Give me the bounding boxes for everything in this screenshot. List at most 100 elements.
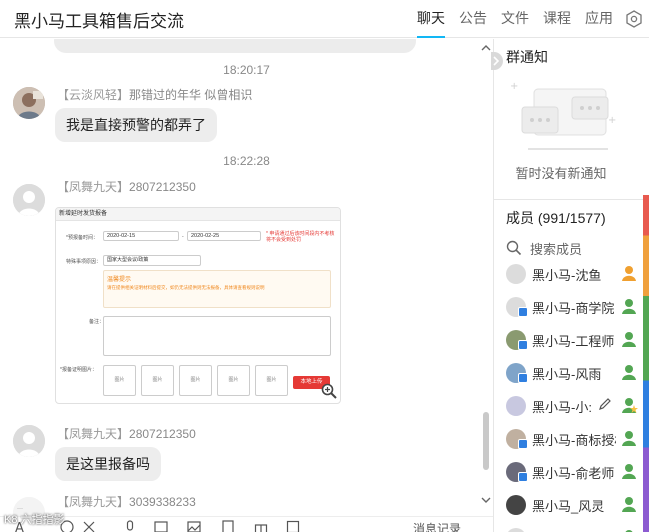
search-icon [506,240,522,256]
member-search-label: 搜索成员 [530,241,583,257]
sender-nickname: 2807212350 [129,180,196,194]
member-name: 黑小马-风雨 [532,367,602,382]
admin-star-icon [622,398,638,413]
member-search[interactable]: 搜索成员 [506,238,582,258]
image-slot: 图片 [217,365,250,396]
member-item[interactable]: 黑小马-商学院 [506,295,641,323]
zoom-icon[interactable] [321,383,337,399]
sender-nickname: 3039338233 [129,495,196,509]
tab-announcement[interactable]: 公告 [459,0,487,38]
tab-courses[interactable]: 课程 [543,0,571,38]
scissors-icon[interactable] [82,520,96,532]
member-avatar [506,528,526,532]
tab-bar: 聊天 公告 文件 课程 应用 [403,0,643,38]
chevron-right-icon [493,56,500,66]
message-bubble[interactable]: 是这里报备吗 [55,447,161,481]
image-slot: 图片 [179,365,212,396]
member-item[interactable]: 黑小马-风雨 [506,361,641,389]
svg-text:+: + [608,115,616,126]
file-icon[interactable] [221,520,235,532]
message-timestamp: 18:22:28 [223,154,270,168]
avatar[interactable] [13,184,45,216]
header: 黑小马工具箱售后交流 聊天 公告 文件 课程 应用 [0,0,649,38]
svg-text:+: + [510,81,518,92]
dialog-label: *报备证明图片： [60,367,97,373]
member-item[interactable]: 黑小马-小: [506,394,641,422]
member-item[interactable]: 黑小马-俞老师 [506,460,641,488]
member-name: 黑小马-沈鱼 [532,268,602,283]
owner-icon [622,266,636,281]
chat-scrollbar-thumb[interactable] [483,412,489,470]
message-timestamp: 18:20:17 [223,63,270,77]
collapse-panel-handle[interactable] [491,52,503,70]
hexagon-settings-icon[interactable] [625,10,643,28]
member-avatar [506,396,526,416]
tip-text: 请在提供相关证明材料后提交，如仍无法提供则无法报备，具体请查看规则说明 [107,285,265,290]
tab-files[interactable]: 文件 [501,0,529,38]
member-item[interactable]: 黑小马-商标授权 [506,427,641,455]
message-history-button[interactable]: 消息记录 [413,520,461,532]
date-end-field: 2020-02-25 [187,231,261,241]
empty-notice-illustration: + + [510,81,616,150]
watermark: K8 六指指影 [4,514,65,526]
reason-select: 国家大型会议/政策 [103,255,201,266]
image-slot: 图片 [255,365,288,396]
tab-chat[interactable]: 聊天 [417,0,445,38]
notice-title: 群通知 [506,49,548,65]
notice-empty-text: 暂时没有新通知 [515,166,607,181]
member-badge-icon [518,373,528,383]
previous-message-bubble [54,39,416,53]
member-badge-icon [518,472,528,482]
member-item[interactable]: 黑小马_风灵 [506,493,641,521]
chat-area[interactable]: 18:20:17 【云淡风轻】那错过的年华 似曾相识 我是直接预警的都弄了 18… [0,39,493,532]
admin-icon [622,464,636,479]
sender-name[interactable]: 【云淡风轻】那错过的年华 似曾相识 [57,86,252,103]
member-badge-icon [518,307,528,317]
member-badge-icon [518,439,528,449]
picture-icon[interactable] [187,520,201,532]
tab-apps[interactable]: 应用 [585,0,613,38]
member-badge-icon [518,340,528,350]
member-name: 黑小马_风灵 [532,499,605,514]
sender-name[interactable]: 【凤舞九天】2807212350 [57,178,196,195]
sender-name[interactable]: 【凤舞九天】2807212350 [57,425,196,442]
member-item[interactable]: 黑小马-木杨驼 [506,526,641,532]
dialog-label: 特殊事项原因： [66,259,102,265]
group-title: 黑小马工具箱售后交流 [14,12,184,31]
admin-icon [622,332,636,347]
member-name: 黑小马-商标授权 [532,433,616,448]
input-toolbar: A 消息记录 [0,516,493,532]
avatar[interactable] [13,425,45,457]
admin-icon [622,299,636,314]
dialog-title: 新增延时发货报备 [56,208,340,221]
microphone-icon[interactable] [123,520,137,532]
screenshot-image-message[interactable]: 新增延时发货报备 *预报备时间： 2020-02-15 - 2020-02-25… [55,207,341,404]
svg-text:…: … [17,504,23,511]
message-bubble[interactable]: 我是直接预警的都弄了 [55,108,217,142]
more-icon[interactable] [286,520,300,532]
desktop-edge-strip [643,195,649,532]
admin-icon [622,497,636,512]
member-tag: 【凤舞九天】 [57,180,130,194]
admin-icon [622,365,636,380]
image-slot: 图片 [103,365,136,396]
note-textarea [103,316,331,356]
admin-icon [625,530,633,532]
member-item[interactable]: 黑小马-沈鱼 [506,262,641,290]
sender-name[interactable]: 【凤舞九天】3039338233 [57,493,196,510]
gift-icon[interactable] [254,520,268,532]
members-title: 成员 (991/1577) [506,210,606,226]
panel-separator [494,199,644,200]
scroll-up-arrow[interactable] [481,44,491,52]
edit-icon[interactable] [598,397,612,411]
image-slot: 图片 [141,365,174,396]
scroll-down-arrow[interactable] [481,496,491,504]
member-name: 黑小马-工程师 [532,334,615,349]
sender-nickname: 那错过的年华 似曾相识 [129,88,253,102]
dialog-label: *预报备时间： [66,235,98,241]
tip-title: 温馨提示 [107,277,132,283]
avatar[interactable] [13,87,45,119]
image-icon[interactable] [154,520,168,532]
member-item[interactable]: 黑小马-工程师 [506,328,641,356]
member-tag: 【凤舞九天】 [57,427,130,441]
